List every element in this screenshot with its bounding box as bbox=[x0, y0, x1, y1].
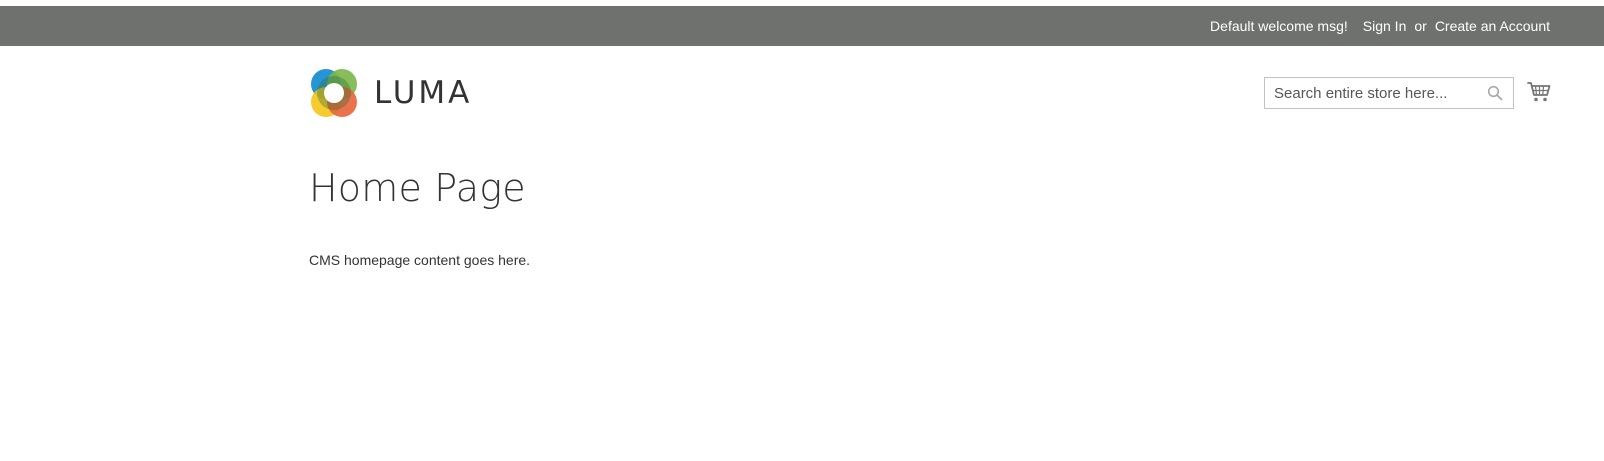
search-input[interactable] bbox=[1265, 78, 1475, 108]
header-links: Default welcome msg! Sign In or Create a… bbox=[1210, 6, 1550, 46]
welcome-message: Default welcome msg! bbox=[1210, 18, 1348, 34]
search-form bbox=[1264, 77, 1514, 109]
or-separator: or bbox=[1414, 18, 1427, 34]
top-header-bar: Default welcome msg! Sign In or Create a… bbox=[0, 6, 1604, 46]
luma-logo-icon bbox=[311, 69, 357, 117]
main-content: Home Page CMS homepage content goes here… bbox=[0, 166, 1604, 268]
sign-in-link[interactable]: Sign In bbox=[1363, 18, 1407, 34]
search-icon[interactable] bbox=[1487, 85, 1503, 101]
logo-link[interactable]: LUMA bbox=[310, 68, 472, 118]
page-header: LUMA bbox=[0, 46, 1604, 140]
cart-icon[interactable] bbox=[1527, 81, 1551, 103]
create-account-link[interactable]: Create an Account bbox=[1435, 18, 1550, 34]
cms-content: CMS homepage content goes here. bbox=[309, 251, 531, 268]
logo-text: LUMA bbox=[374, 74, 473, 111]
page-title: Home Page bbox=[309, 166, 526, 210]
